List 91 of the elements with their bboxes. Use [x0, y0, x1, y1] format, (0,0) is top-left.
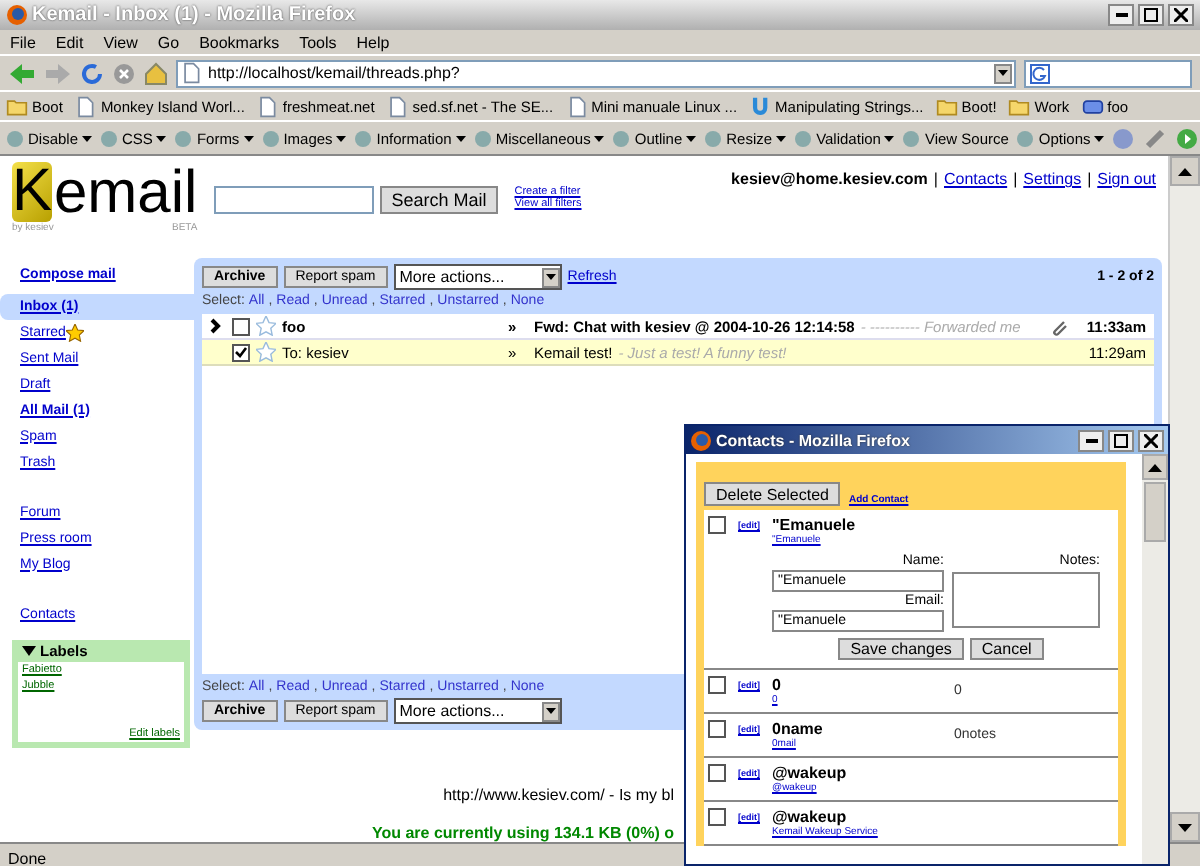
close-icon: [1174, 8, 1188, 22]
browser-icon: [6, 4, 28, 26]
status-text: Done: [8, 850, 47, 866]
checkbox[interactable]: [708, 676, 726, 694]
letter-u-icon: [749, 95, 772, 117]
stop-icon[interactable]: [112, 61, 136, 85]
maximize-icon: [1114, 433, 1128, 447]
checkmark-icon: [234, 345, 248, 359]
minimize-icon: [1085, 437, 1097, 443]
header-link[interactable]: Contacts: [944, 170, 1008, 188]
toolbar-item-icon: [704, 129, 723, 147]
scrollbar[interactable]: [1168, 156, 1200, 842]
logo-letter: K: [12, 162, 52, 222]
checkbox[interactable]: [708, 808, 726, 826]
scrollbar-thumb[interactable]: [1144, 482, 1166, 542]
collapse-triangle-icon[interactable]: [22, 646, 36, 656]
page-icon: [180, 62, 202, 84]
contact-name: "Emanuele: [772, 516, 858, 534]
more-actions-dropdown[interactable]: More actions...: [393, 264, 562, 290]
window-title: Kemail - Inbox (1) - Mozilla Firefox: [32, 4, 358, 26]
user-email: kesiev@home.kesiev.com: [731, 170, 928, 188]
search-field[interactable]: [213, 186, 374, 214]
toolbar-item-icon: [473, 129, 492, 147]
separator-text: |: [933, 170, 938, 188]
menu-item[interactable]: Edit: [55, 33, 84, 51]
minimize-icon: [1115, 12, 1127, 18]
down-arrow-icon: [1178, 823, 1192, 831]
star-icon[interactable]: [256, 342, 276, 362]
play-icon[interactable]: [1176, 127, 1199, 149]
close-icon: [1144, 433, 1158, 447]
notes-field[interactable]: [952, 572, 1100, 628]
scrollbar[interactable]: [1142, 454, 1168, 864]
address-field[interactable]: http://localhost/kemail/threads.php?: [176, 59, 1016, 87]
more-actions-dropdown[interactable]: More actions...: [393, 698, 562, 724]
header-link[interactable]: Settings: [1023, 170, 1082, 188]
search-engine-icon: [1030, 63, 1050, 83]
checkbox[interactable]: [232, 317, 250, 335]
footer-text: http://www.kesiev.com/ - Is my bl: [443, 786, 674, 804]
toolbar-item-icon: [100, 129, 119, 147]
delete-selected-button[interactable]: Delete Selected: [704, 482, 841, 506]
checkbox[interactable]: [708, 516, 726, 534]
maximize-button[interactable]: [1108, 429, 1134, 451]
contact-name: @wakeup: [772, 764, 849, 782]
menu-item[interactable]: Go: [157, 33, 180, 51]
folder-icon: [935, 95, 958, 117]
toolbar-item-icon: [354, 129, 373, 147]
toolbar-item-icon: [261, 129, 280, 147]
close-button[interactable]: [1168, 4, 1194, 26]
star-icon[interactable]: [256, 316, 276, 336]
contact-name: 0: [772, 676, 783, 694]
toolbar-item-icon: [902, 129, 921, 147]
caret-icon: [545, 274, 556, 280]
maximize-icon: [1144, 8, 1158, 22]
toolbar-item-icon: [612, 129, 631, 147]
menu-item[interactable]: Bookmarks: [199, 33, 280, 51]
save-changes-button[interactable]: Save changes: [838, 638, 964, 660]
minimize-button[interactable]: [1108, 4, 1134, 26]
feed-icon: [1081, 95, 1104, 117]
menu-item[interactable]: View: [103, 33, 138, 51]
storage-usage-text: You are currently using 134.1 KB (0%) o: [371, 824, 674, 842]
contact-name: @wakeup: [772, 808, 849, 826]
separator-text: |: [1013, 170, 1018, 188]
logo-text: email: [54, 166, 198, 222]
toolbar-item-icon: [6, 129, 24, 147]
caret-icon: [998, 70, 1008, 76]
cancel-button[interactable]: Cancel: [969, 638, 1044, 660]
search-button[interactable]: Search Mail: [379, 186, 499, 214]
window-title: Contacts - Mozilla Firefox: [716, 431, 912, 449]
folder-icon: [6, 95, 28, 117]
minimize-button[interactable]: [1078, 429, 1104, 451]
header-link[interactable]: Sign out: [1097, 170, 1156, 188]
menu-item[interactable]: Tools: [299, 33, 337, 51]
contact-name: 0name: [772, 720, 825, 738]
checkbox[interactable]: [708, 764, 726, 782]
checkbox[interactable]: [708, 720, 726, 738]
folder-icon: [1008, 95, 1031, 117]
search-field[interactable]: [1024, 59, 1192, 87]
caret-icon: [545, 708, 556, 714]
menu-item[interactable]: File: [10, 33, 36, 51]
up-arrow-icon: [1148, 463, 1162, 471]
reload-icon[interactable]: [80, 61, 104, 85]
browser-icon: [690, 429, 712, 451]
menu-item[interactable]: Help: [356, 33, 390, 51]
separator-text: |: [1087, 170, 1092, 188]
maximize-button[interactable]: [1138, 4, 1164, 26]
toolbar-item-icon: [794, 129, 813, 147]
close-button[interactable]: [1138, 429, 1164, 451]
checkbox[interactable]: [232, 343, 250, 361]
toolbar-item-icon: [1016, 129, 1035, 147]
up-arrow-icon: [1178, 167, 1192, 175]
toolbar-item-icon: [174, 129, 193, 147]
